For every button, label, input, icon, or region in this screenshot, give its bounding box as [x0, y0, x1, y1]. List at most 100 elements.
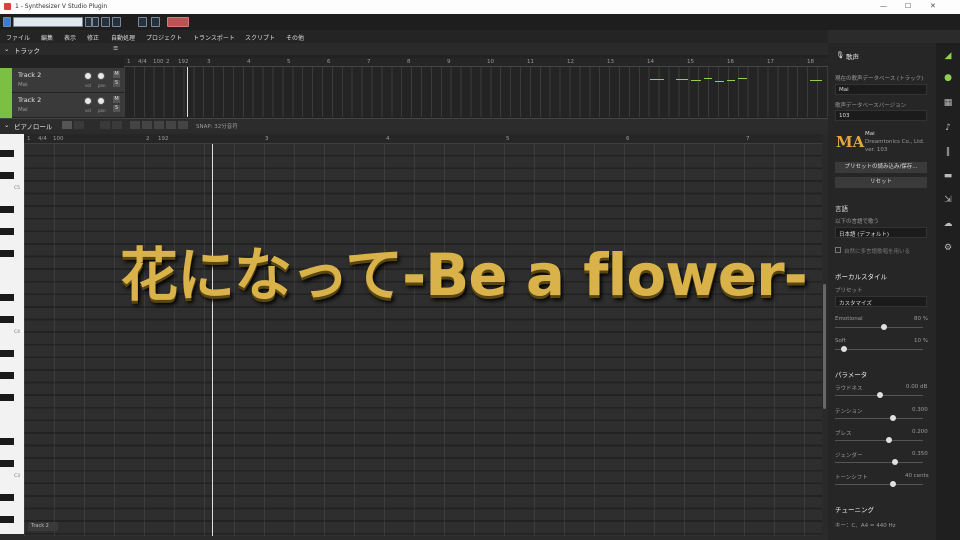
- track-row[interactable]: Track 2 Mai vol pan M S: [0, 68, 124, 93]
- note-segment[interactable]: [810, 80, 822, 81]
- volume-knob[interactable]: [84, 97, 92, 105]
- lyrics-view-icon[interactable]: [166, 121, 176, 129]
- black-key[interactable]: [0, 150, 14, 157]
- black-key[interactable]: [0, 460, 14, 467]
- preset-button[interactable]: プリセットの読み込み/保存...: [835, 162, 927, 173]
- note-segment[interactable]: [691, 80, 701, 81]
- black-key[interactable]: [0, 516, 14, 523]
- prev-icon[interactable]: [85, 17, 92, 27]
- soft-slider[interactable]: [835, 346, 923, 352]
- slider-thumb[interactable]: [892, 459, 898, 465]
- menu-auto[interactable]: 自動処理: [111, 33, 135, 42]
- note-segment[interactable]: [727, 80, 735, 81]
- home-icon[interactable]: [3, 17, 11, 27]
- menu-modify[interactable]: 修正: [87, 33, 99, 42]
- preset-dropdown[interactable]: カスタマイズ: [835, 296, 927, 307]
- menu-edit[interactable]: 編集: [41, 33, 53, 42]
- curve-view-icon[interactable]: [154, 121, 164, 129]
- lang-checkbox[interactable]: [835, 247, 841, 253]
- gender-slider[interactable]: [835, 459, 923, 465]
- volume-knob[interactable]: [84, 72, 92, 80]
- black-key[interactable]: [0, 438, 14, 445]
- black-key[interactable]: [0, 494, 14, 501]
- settings-icon[interactable]: [151, 17, 160, 27]
- emotional-slider[interactable]: [835, 324, 923, 330]
- param-view-icon[interactable]: [130, 121, 140, 129]
- select-tool-icon[interactable]: [62, 121, 72, 129]
- note-segment[interactable]: [738, 78, 747, 79]
- slider-thumb[interactable]: [841, 346, 847, 352]
- slider-thumb[interactable]: [890, 481, 896, 487]
- keyboard-view-icon[interactable]: [178, 121, 188, 129]
- solo-button[interactable]: S: [113, 80, 120, 87]
- collapse-icon[interactable]: ⌄: [4, 121, 9, 129]
- wave-tool-icon[interactable]: [112, 121, 122, 129]
- note-segment[interactable]: [715, 81, 724, 82]
- pitch-view-icon[interactable]: [142, 121, 152, 129]
- export-icon[interactable]: ⇲: [942, 195, 954, 205]
- cloud-icon[interactable]: ☁: [942, 219, 954, 229]
- solo-button[interactable]: S: [113, 105, 120, 112]
- save-icon[interactable]: [112, 17, 121, 27]
- note-segment[interactable]: [676, 79, 688, 80]
- book-icon[interactable]: ▬: [942, 171, 954, 181]
- next-icon[interactable]: [92, 17, 99, 27]
- black-key[interactable]: [0, 350, 14, 357]
- mic-icon[interactable]: ●: [942, 73, 954, 83]
- menu-project[interactable]: プロジェクト: [146, 33, 182, 42]
- mute-button[interactable]: M: [113, 71, 120, 78]
- note-icon[interactable]: ♪: [942, 123, 954, 133]
- db-dropdown[interactable]: Mai: [835, 84, 927, 95]
- menu-file[interactable]: ファイル: [6, 33, 30, 42]
- black-key[interactable]: [0, 394, 14, 401]
- mute-button[interactable]: M: [113, 96, 120, 103]
- slider-thumb[interactable]: [877, 392, 883, 398]
- breath-slider[interactable]: [835, 437, 923, 443]
- piano-roll-ruler[interactable]: 1 4/4 100 2 192 3 4 5 6 7: [24, 134, 822, 144]
- scroll-thumb[interactable]: [823, 284, 826, 409]
- reset-button[interactable]: リセット: [835, 177, 927, 188]
- close-button[interactable]: ✕: [930, 2, 936, 10]
- black-key[interactable]: [0, 250, 14, 257]
- snap-dropdown[interactable]: SNAP: 32分音符: [196, 122, 238, 130]
- black-key[interactable]: [0, 372, 14, 379]
- lang-dropdown[interactable]: 日本語 (デフォルト): [835, 227, 927, 238]
- pen-tool-icon[interactable]: [74, 121, 84, 129]
- library-icon[interactable]: ‖: [942, 147, 954, 157]
- track-menu-icon[interactable]: ≡: [113, 44, 118, 52]
- gear-icon[interactable]: ⚙: [942, 243, 954, 253]
- note-segment[interactable]: [650, 79, 664, 80]
- tone-shift-slider[interactable]: [835, 481, 923, 487]
- note-segment[interactable]: [704, 78, 712, 79]
- menu-view[interactable]: 表示: [64, 33, 76, 42]
- pan-knob[interactable]: [97, 97, 105, 105]
- piano-keyboard[interactable]: C5 C4 C3: [0, 134, 24, 534]
- pan-knob[interactable]: [97, 72, 105, 80]
- minimize-button[interactable]: —: [880, 2, 887, 10]
- loop-icon[interactable]: [101, 17, 110, 27]
- slider-thumb[interactable]: [890, 415, 896, 421]
- black-key[interactable]: [0, 294, 14, 301]
- black-key[interactable]: [0, 206, 14, 213]
- track-tag[interactable]: Track 2: [28, 522, 58, 531]
- slider-thumb[interactable]: [881, 324, 887, 330]
- curve-tool-icon[interactable]: [100, 121, 110, 129]
- db-version-dropdown[interactable]: 103: [835, 110, 927, 121]
- black-key[interactable]: [0, 228, 14, 235]
- film-icon[interactable]: ▦: [942, 98, 954, 108]
- loudness-slider[interactable]: [835, 392, 923, 398]
- track-row[interactable]: Track 2 Mai vol pan M S: [0, 93, 124, 118]
- arrangement-ruler[interactable]: 1 4/4 100 2 192 3 4 5 6 7 8 9 10 11 12 1…: [124, 58, 828, 67]
- collapse-icon[interactable]: ⌄: [4, 45, 9, 53]
- tension-slider[interactable]: [835, 415, 923, 421]
- record-button[interactable]: [167, 17, 189, 27]
- piano-roll-grid[interactable]: Track 2: [24, 144, 822, 536]
- menu-transport[interactable]: トランスポート: [193, 33, 235, 42]
- arrangement-grid[interactable]: [124, 67, 828, 117]
- maximize-button[interactable]: ☐: [905, 2, 911, 10]
- arrangement-playhead[interactable]: [187, 67, 188, 117]
- menu-script[interactable]: スクリプト: [245, 33, 275, 42]
- black-key[interactable]: [0, 316, 14, 323]
- black-key[interactable]: [0, 172, 14, 179]
- slider-thumb[interactable]: [886, 437, 892, 443]
